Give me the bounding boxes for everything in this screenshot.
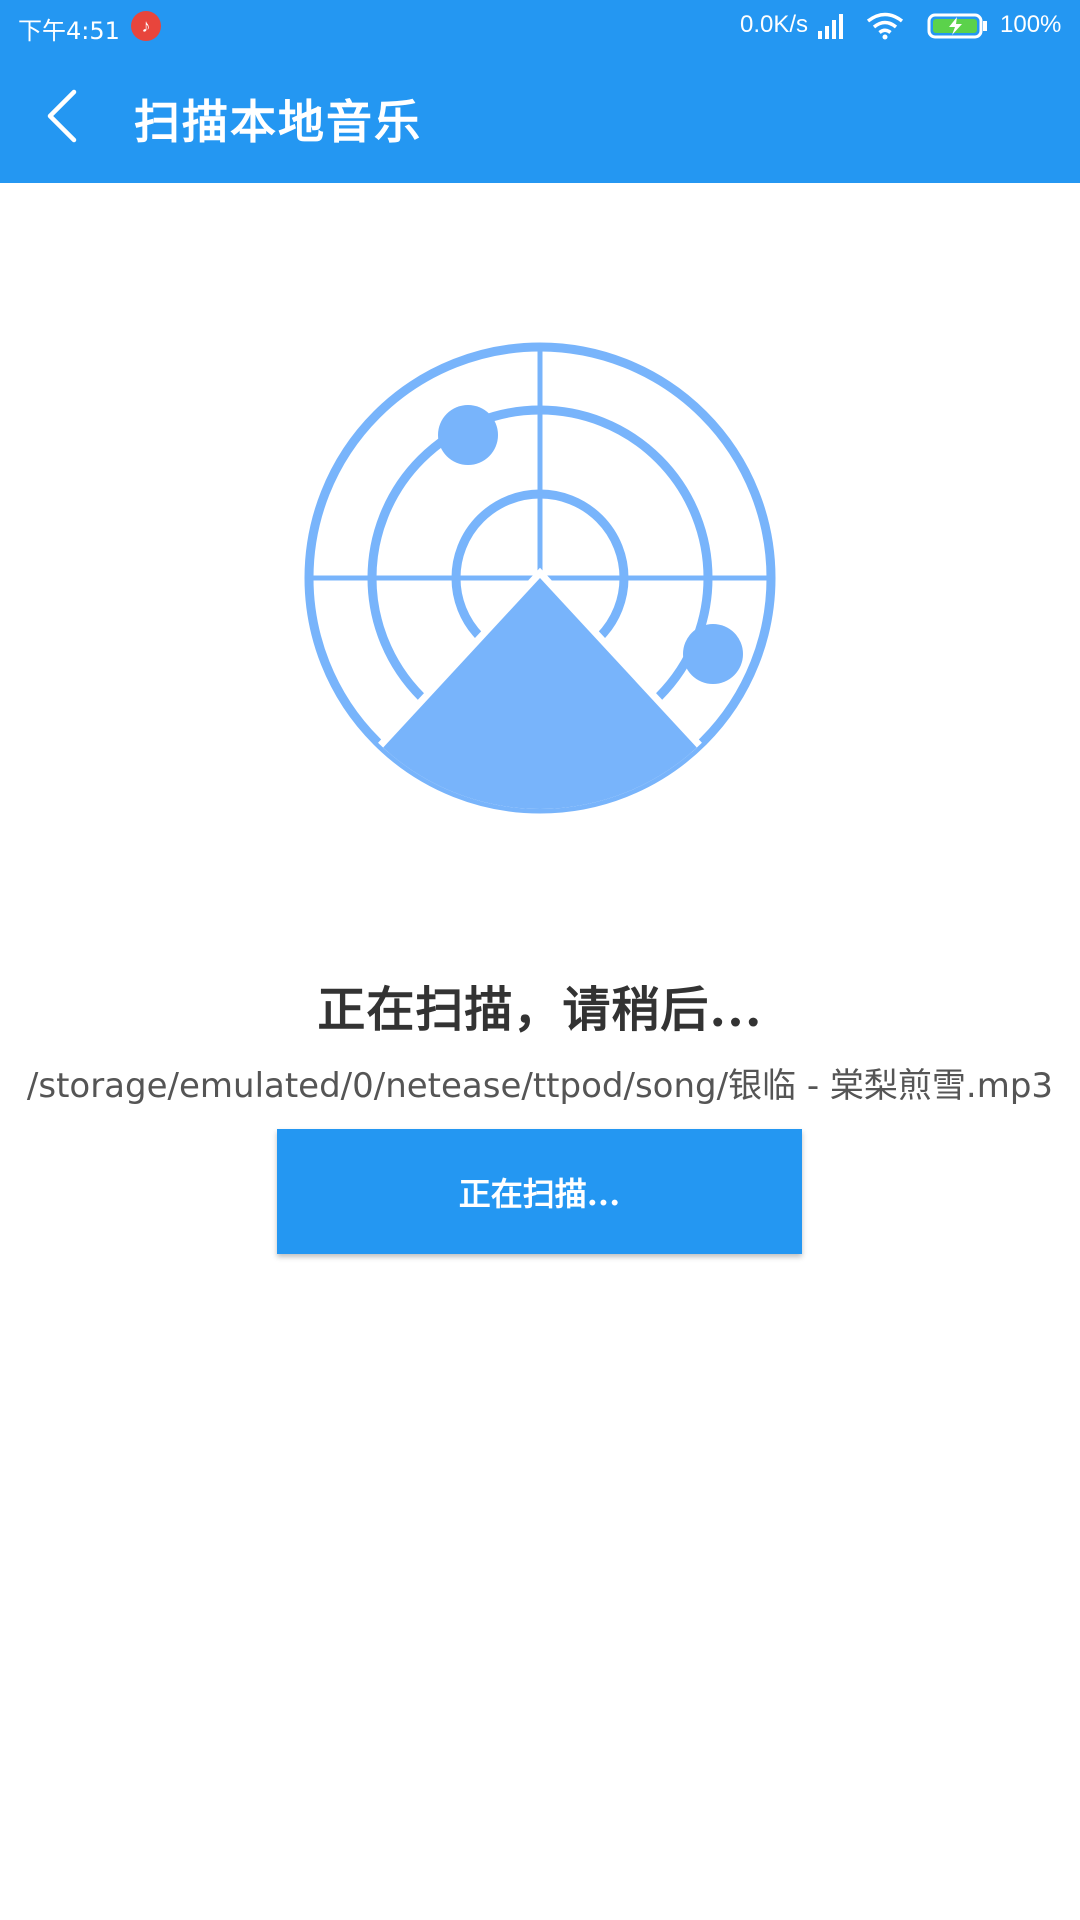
music-note-icon: ♪ (131, 11, 161, 41)
scan-button[interactable]: 正在扫描... (277, 1129, 802, 1254)
signal-icon (818, 14, 843, 39)
page-title: 扫描本地音乐 (134, 95, 422, 149)
battery-icon (927, 13, 987, 39)
app-bar: 扫描本地音乐 (0, 50, 1080, 183)
wifi-icon (866, 12, 904, 40)
current-file-path: /storage/emulated/0/netease/ttpod/song/银… (26, 1066, 1054, 1106)
status-bar: 下午4:51 ♪ 0.0K/s 100% (0, 0, 1080, 50)
radar-scan-icon (304, 342, 776, 814)
network-speed: 0.0K/s (740, 11, 809, 38)
scan-status-text: 正在扫描，请稍后... (317, 982, 763, 1038)
status-time: 下午4:51 (18, 17, 120, 45)
back-arrow-icon[interactable] (38, 88, 94, 144)
battery-percentage: 100% (1000, 11, 1062, 38)
